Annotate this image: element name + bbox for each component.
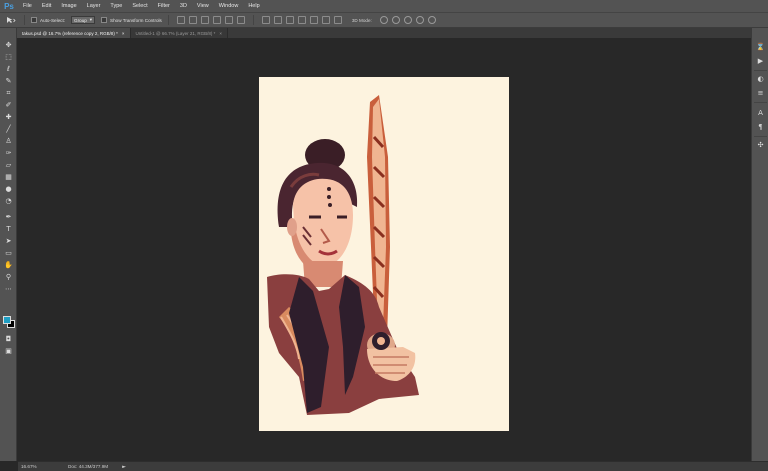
document-canvas[interactable]: [259, 77, 509, 431]
menu-filter[interactable]: Filter: [153, 0, 175, 12]
zoom-level[interactable]: 16.67%: [18, 464, 48, 469]
photoshop-window: Ps File Edit Image Layer Type Select Fil…: [0, 0, 768, 471]
marquee-tool-icon[interactable]: ⬚: [3, 52, 14, 62]
pen-tool-icon[interactable]: ✒: [3, 212, 14, 222]
3d-roll-icon[interactable]: [391, 16, 400, 24]
show-transform-label: Show Transform Controls: [110, 17, 162, 23]
tab-untitled-1[interactable]: Untitled-1 @ 66.7% (Layer 21, RGB/8) * ×: [130, 28, 229, 38]
menu-file[interactable]: File: [18, 0, 37, 12]
actions-panel-icon[interactable]: ▶: [756, 56, 765, 65]
document-size: Doc: 44.3M/377.9M: [68, 464, 109, 469]
menu-3d[interactable]: 3D: [175, 0, 192, 12]
3d-mode-label: 3D Mode:: [351, 17, 372, 23]
hand-tool-icon[interactable]: ✋: [3, 260, 14, 270]
photoshop-logo: Ps: [4, 1, 14, 11]
dodge-tool-icon[interactable]: ◔: [3, 196, 14, 206]
properties-panel-icon[interactable]: ≡: [756, 88, 765, 97]
align-horizontal-center-icon[interactable]: [224, 16, 233, 24]
distribute-vcenter-icon[interactable]: [273, 16, 282, 24]
separator: [167, 15, 169, 25]
3d-drag-icon[interactable]: [403, 16, 412, 24]
clone-stamp-tool-icon[interactable]: ♙: [3, 136, 14, 146]
blur-tool-icon[interactable]: ●: [3, 184, 14, 194]
tab-label: Untitled-1 @ 66.7% (Layer 21, RGB/8) *: [135, 30, 216, 36]
crop-tool-icon[interactable]: ⌗: [3, 88, 14, 98]
right-panel-dock: ⌛ ▶ ◐ ≡ A ¶ ✣: [751, 28, 768, 461]
distribute-top-icon[interactable]: [261, 16, 270, 24]
separator: [24, 15, 25, 25]
separator: [754, 70, 767, 71]
more-tools-icon[interactable]: ⋯: [3, 284, 14, 294]
align-right-icon[interactable]: [236, 16, 245, 24]
auto-select-value: Group: [74, 17, 87, 23]
distribute-hcenter-icon[interactable]: [309, 16, 318, 24]
options-bar: Auto-Select: Group ▾ Show Transform Cont…: [0, 12, 768, 28]
auto-select-checkbox[interactable]: [31, 17, 37, 23]
menu-bar: Ps File Edit Image Layer Type Select Fil…: [0, 0, 768, 12]
distribute-right-icon[interactable]: [321, 16, 330, 24]
healing-brush-tool-icon[interactable]: ✚: [3, 112, 14, 122]
chevron-down-icon: ▾: [89, 17, 93, 22]
menu-view[interactable]: View: [192, 0, 214, 12]
quick-mask-icon[interactable]: ◘: [3, 334, 14, 344]
close-icon[interactable]: ×: [219, 31, 222, 36]
gradient-tool-icon[interactable]: ▦: [3, 172, 14, 182]
auto-align-icon[interactable]: [333, 16, 342, 24]
tools-panel: ✥ ⬚ ℓ ✎ ⌗ ✐ ✚ ╱ ♙ ✑ ▱ ▦ ● ◔ ✒ T ➤ ▭ ✋ ⚲ …: [0, 28, 17, 461]
menu-help[interactable]: Help: [243, 0, 264, 12]
adjustments-panel-icon[interactable]: ◐: [756, 74, 765, 83]
paragraph-panel-icon[interactable]: ¶: [756, 122, 765, 131]
tab-label: takus.psd @ 16.7% (reference copy 2, RGB…: [22, 30, 118, 36]
status-bar: 16.67% Doc: 44.3M/377.9M ►: [18, 461, 768, 471]
eraser-tool-icon[interactable]: ▱: [3, 160, 14, 170]
menu-window[interactable]: Window: [214, 0, 244, 12]
foreground-color-swatch[interactable]: [3, 316, 11, 324]
zoom-tool-icon[interactable]: ⚲: [3, 272, 14, 282]
quick-select-tool-icon[interactable]: ✎: [3, 76, 14, 86]
history-panel-icon[interactable]: ⌛: [756, 42, 765, 51]
align-vertical-center-icon[interactable]: [188, 16, 197, 24]
move-tool-preset-icon[interactable]: [4, 15, 18, 25]
document-tabs: takus.psd @ 16.7% (reference copy 2, RGB…: [17, 28, 751, 38]
show-transform-checkbox[interactable]: [101, 17, 108, 23]
separator: [754, 136, 767, 137]
path-select-tool-icon[interactable]: ➤: [3, 236, 14, 246]
distribute-bottom-icon[interactable]: [285, 16, 294, 24]
align-top-icon[interactable]: [176, 16, 185, 24]
brush-tool-icon[interactable]: ╱: [3, 124, 14, 134]
canvas-workspace[interactable]: [18, 38, 751, 461]
character-panel-icon[interactable]: A: [756, 108, 765, 117]
type-tool-icon[interactable]: T: [3, 224, 14, 234]
artwork-illustration: [267, 95, 419, 415]
menu-layer[interactable]: Layer: [82, 0, 106, 12]
eyedropper-tool-icon[interactable]: ✐: [3, 100, 14, 110]
auto-select-dropdown[interactable]: Group ▾: [71, 16, 96, 24]
align-left-icon[interactable]: [212, 16, 221, 24]
separator: [754, 102, 767, 103]
distribute-left-icon[interactable]: [297, 16, 306, 24]
3d-scale-icon[interactable]: [427, 16, 436, 24]
close-icon[interactable]: ×: [122, 31, 125, 36]
brush-settings-panel-icon[interactable]: ✣: [756, 140, 765, 149]
3d-rotate-icon[interactable]: [379, 16, 388, 24]
3d-slide-icon[interactable]: [415, 16, 424, 24]
menu-image[interactable]: Image: [56, 0, 81, 12]
align-bottom-icon[interactable]: [200, 16, 209, 24]
menu-edit[interactable]: Edit: [37, 0, 56, 12]
separator: [252, 15, 254, 25]
tab-takus[interactable]: takus.psd @ 16.7% (reference copy 2, RGB…: [17, 28, 131, 38]
history-brush-tool-icon[interactable]: ✑: [3, 148, 14, 158]
screen-mode-icon[interactable]: ▣: [3, 346, 14, 356]
menu-select[interactable]: Select: [127, 0, 152, 12]
auto-select-label: Auto-Select:: [40, 17, 66, 23]
menu-type[interactable]: Type: [105, 0, 127, 12]
status-menu-arrow-icon[interactable]: ►: [122, 464, 126, 470]
rectangle-tool-icon[interactable]: ▭: [3, 248, 14, 258]
lasso-tool-icon[interactable]: ℓ: [3, 64, 14, 74]
move-tool-icon[interactable]: ✥: [3, 40, 14, 50]
